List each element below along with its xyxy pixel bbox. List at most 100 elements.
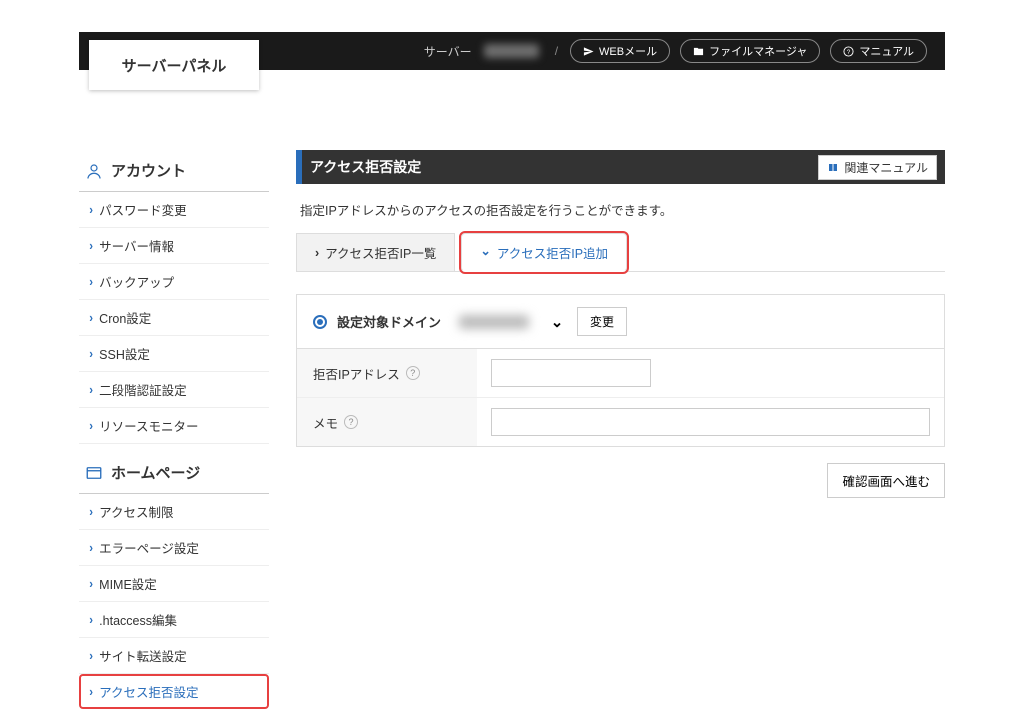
submit-row: 確認画面へ進む [296, 463, 945, 498]
top-bar: サーバー / WEBメール ファイルマネージャ ? マニュアル サーバーパネル [79, 32, 945, 90]
ip-field-input-cell [477, 349, 944, 397]
sidebar: アカウント パスワード変更 サーバー情報 バックアップ Cron設定 SSH設定… [79, 150, 269, 717]
confirm-button[interactable]: 確認画面へ進む [827, 463, 945, 498]
chevron-right-icon [89, 347, 93, 361]
ip-field-label: 拒否IPアドレス [313, 364, 400, 383]
homepage-list: アクセス制限 エラーページ設定 MIME設定 .htaccess編集 サイト転送… [79, 494, 269, 709]
sidebar-item-label: エラーページ設定 [99, 538, 199, 557]
sidebar-item-ssh[interactable]: SSH設定 [79, 336, 269, 372]
tab-deny-ip-list[interactable]: アクセス拒否IP一覧 [296, 233, 455, 271]
user-icon [85, 162, 103, 180]
chevron-right-icon [89, 577, 93, 591]
ip-field-row: 拒否IPアドレス ? [297, 349, 944, 398]
sidebar-item-access-deny[interactable]: アクセス拒否設定 [79, 674, 269, 709]
paper-plane-icon [583, 46, 594, 57]
radio-selected-icon[interactable] [313, 315, 327, 329]
chevron-right-icon [89, 203, 93, 217]
chevron-right-icon [89, 275, 93, 289]
sidebar-item-label: パスワード変更 [99, 200, 187, 219]
domain-panel: 設定対象ドメイン ⌄ 変更 [296, 294, 945, 349]
manual-label: マニュアル [859, 43, 914, 59]
chevron-right-icon [89, 239, 93, 253]
memo-field-label-cell: メモ ? [297, 398, 477, 446]
chevron-right-icon [315, 246, 319, 260]
domain-label: 設定対象ドメイン [337, 312, 441, 331]
domain-value-redacted [459, 315, 529, 329]
help-icon[interactable]: ? [406, 366, 420, 380]
tab-label: アクセス拒否IP一覧 [325, 243, 436, 262]
chevron-right-icon [89, 383, 93, 397]
main-content: アクセス拒否設定 関連マニュアル 指定IPアドレスからのアクセスの拒否設定を行う… [296, 150, 945, 498]
sidebar-item-label: .htaccess編集 [99, 610, 177, 629]
help-circle-icon: ? [843, 46, 854, 57]
memo-field-row: メモ ? [297, 398, 944, 446]
manual-button[interactable]: ? マニュアル [830, 39, 927, 63]
domain-dropdown-toggle[interactable]: ⌄ [547, 312, 567, 332]
chevron-right-icon [89, 649, 93, 663]
sidebar-section-homepage: ホームページ アクセス制限 エラーページ設定 MIME設定 .htaccess編… [79, 452, 269, 709]
sidebar-item-label: サイト転送設定 [99, 646, 187, 665]
sidebar-item-server-info[interactable]: サーバー情報 [79, 228, 269, 264]
tab-bar: アクセス拒否IP一覧 アクセス拒否IP追加 [296, 233, 945, 272]
sidebar-item-backup[interactable]: バックアップ [79, 264, 269, 300]
sidebar-item-cron[interactable]: Cron設定 [79, 300, 269, 336]
sidebar-item-label: リソースモニター [99, 416, 198, 435]
memo-input[interactable] [491, 408, 930, 436]
memo-field-input-cell [477, 398, 944, 446]
sidebar-item-resource-monitor[interactable]: リソースモニター [79, 408, 269, 444]
domain-row: 設定対象ドメイン ⌄ 変更 [297, 295, 944, 348]
chevron-right-icon [89, 311, 93, 325]
change-domain-button[interactable]: 変更 [577, 307, 627, 336]
chevron-right-icon [89, 613, 93, 627]
file-manager-label: ファイルマネージャ [709, 43, 807, 59]
homepage-title: ホームページ [111, 462, 200, 483]
server-label: サーバー [424, 43, 472, 60]
account-list: パスワード変更 サーバー情報 バックアップ Cron設定 SSH設定 二段階認証… [79, 192, 269, 444]
sidebar-item-htaccess[interactable]: .htaccess編集 [79, 602, 269, 638]
sidebar-item-mime[interactable]: MIME設定 [79, 566, 269, 602]
deny-ip-input[interactable] [491, 359, 651, 387]
chevron-right-icon [89, 685, 93, 699]
svg-text:?: ? [847, 48, 851, 55]
sidebar-item-password[interactable]: パスワード変更 [79, 192, 269, 228]
sidebar-section-account: アカウント パスワード変更 サーバー情報 バックアップ Cron設定 SSH設定… [79, 150, 269, 444]
sidebar-item-site-redirect[interactable]: サイト転送設定 [79, 638, 269, 674]
form-panel: 拒否IPアドレス ? メモ ? [296, 349, 945, 447]
logo-text: サーバーパネル [122, 55, 227, 76]
page-description: 指定IPアドレスからのアクセスの拒否設定を行うことができます。 [296, 184, 945, 233]
page-title-bar: アクセス拒否設定 関連マニュアル [296, 150, 945, 184]
chevron-down-icon [480, 245, 490, 260]
webmail-button[interactable]: WEBメール [570, 39, 670, 63]
sidebar-item-error-page[interactable]: エラーページ設定 [79, 530, 269, 566]
help-icon[interactable]: ? [344, 415, 358, 429]
sidebar-item-access-limit[interactable]: アクセス制限 [79, 494, 269, 530]
account-title: アカウント [111, 160, 186, 181]
ip-field-label-cell: 拒否IPアドレス ? [297, 349, 477, 397]
memo-field-label: メモ [313, 413, 338, 432]
sidebar-item-label: バックアップ [99, 272, 174, 291]
sidebar-item-label: アクセス拒否設定 [99, 682, 198, 701]
logo-card[interactable]: サーバーパネル [89, 40, 259, 90]
related-manual-button[interactable]: 関連マニュアル [818, 155, 937, 180]
server-id-redacted [484, 44, 539, 58]
sidebar-header-account: アカウント [79, 150, 269, 192]
sidebar-item-2fa[interactable]: 二段階認証設定 [79, 372, 269, 408]
sidebar-item-label: 二段階認証設定 [99, 380, 187, 399]
sidebar-item-label: サーバー情報 [99, 236, 174, 255]
chevron-right-icon [89, 541, 93, 555]
sidebar-item-label: SSH設定 [99, 344, 150, 363]
separator: / [555, 44, 558, 58]
sidebar-item-label: アクセス制限 [99, 502, 173, 521]
folder-icon [693, 46, 704, 57]
sidebar-item-label: Cron設定 [99, 308, 151, 327]
chevron-right-icon [89, 419, 93, 433]
webmail-label: WEBメール [599, 43, 657, 59]
sidebar-item-label: MIME設定 [99, 574, 157, 593]
book-icon [827, 162, 839, 174]
file-manager-button[interactable]: ファイルマネージャ [680, 39, 820, 63]
tab-label: アクセス拒否IP追加 [497, 243, 608, 262]
sidebar-header-homepage: ホームページ [79, 452, 269, 494]
tab-deny-ip-add[interactable]: アクセス拒否IP追加 [461, 233, 627, 272]
chevron-right-icon [89, 505, 93, 519]
page-title: アクセス拒否設定 [310, 157, 421, 177]
